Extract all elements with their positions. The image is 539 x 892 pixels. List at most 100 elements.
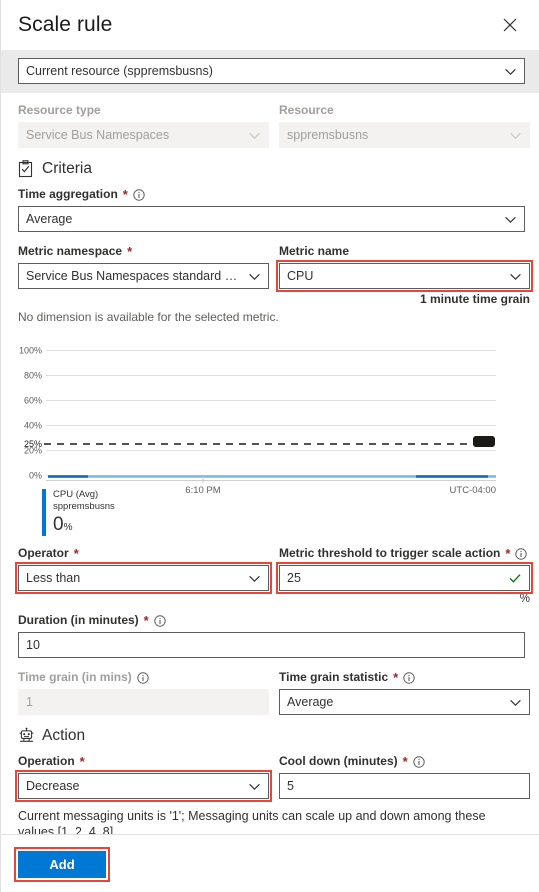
metric-namespace-value: Service Bus Namespaces standard me...: [26, 269, 242, 283]
chevron-down-icon: [249, 132, 260, 139]
resource-type-label-wrap: Resource type: [18, 103, 269, 118]
duration-field: Duration (in minutes) * 10: [18, 613, 525, 658]
page-title: Scale rule: [18, 13, 113, 36]
operation-label-wrap: Operation *: [18, 754, 269, 769]
required-marker: *: [122, 186, 128, 202]
y-tick-label: 100%: [19, 346, 42, 356]
y-tick-label: 40%: [24, 421, 42, 431]
metric-namespace-select[interactable]: Service Bus Namespaces standard me...: [18, 263, 269, 289]
metric-name-label: Metric name: [279, 244, 350, 258]
blade-header: Scale rule: [1, 0, 539, 50]
required-marker: *: [393, 669, 399, 685]
metric-threshold-field: Metric threshold to trigger scale action…: [276, 546, 533, 605]
cool-down-label: Cool down (minutes): [279, 754, 398, 768]
operator-value: Less than: [26, 571, 81, 585]
info-icon[interactable]: [413, 755, 425, 768]
time-grain-label-wrap: Time grain (in mins): [18, 670, 269, 685]
metric-chart-svg: 100% 80% 60% 40% 20% 0% 25%: [19, 346, 496, 483]
resource-type-value: Service Bus Namespaces: [26, 128, 170, 142]
time-grain-statistic-label-wrap: Time grain statistic *: [279, 670, 530, 685]
required-marker: *: [143, 612, 149, 628]
metric-threshold-input[interactable]: 25: [276, 562, 533, 594]
required-marker: *: [402, 753, 408, 769]
resource-label-wrap: Resource: [279, 103, 530, 118]
metric-threshold-value: 25: [287, 571, 301, 585]
current-resource-select[interactable]: Current resource (sppremsbusns): [18, 58, 525, 84]
resource-select: sppremsbusns: [279, 122, 530, 148]
duration-label-wrap: Duration (in minutes) *: [18, 613, 525, 628]
info-icon[interactable]: [133, 188, 145, 201]
duration-input[interactable]: 10: [18, 632, 525, 658]
time-grain-label: Time grain (in mins): [18, 670, 132, 684]
resource-type-select: Service Bus Namespaces: [18, 122, 269, 148]
metric-namespace-label: Metric namespace: [18, 244, 123, 258]
duration-value: 10: [26, 638, 40, 652]
y-tick-label: 80%: [24, 371, 42, 381]
operation-field: Operation * Decrease: [15, 754, 272, 802]
cool-down-input[interactable]: 5: [279, 773, 530, 799]
blade-footer: Add: [1, 834, 539, 892]
operation-select[interactable]: Decrease: [15, 770, 272, 802]
time-grain-field: Time grain (in mins) 1: [18, 670, 269, 715]
metric-threshold-label-wrap: Metric threshold to trigger scale action…: [279, 546, 530, 561]
operator-select[interactable]: Less than: [15, 562, 272, 594]
chart-gridlines: [46, 350, 496, 476]
info-icon[interactable]: [154, 614, 166, 627]
operator-label-wrap: Operator *: [18, 546, 269, 561]
required-marker: *: [505, 545, 511, 561]
metric-row: Metric namespace * Service Bus Namespace…: [18, 244, 533, 306]
time-grain-statistic-field: Time grain statistic * Average: [279, 670, 530, 715]
info-icon[interactable]: [137, 671, 149, 684]
chart-x-labels: 6:10 PM UTC-04:00: [185, 485, 496, 496]
cool-down-field: Cool down (minutes) * 5: [279, 754, 530, 799]
legend-series-resource: sppremsbusns: [53, 501, 115, 512]
metric-threshold-unit: %: [519, 593, 530, 605]
robot-icon: [19, 727, 34, 742]
resource-detail-row: Resource type Service Bus Namespaces Res…: [18, 103, 530, 148]
time-aggregation-select[interactable]: Average: [18, 206, 525, 232]
time-grain-row: Time grain (in mins) 1 Time grain statis…: [18, 670, 530, 715]
time-aggregation-label: Time aggregation: [18, 187, 118, 201]
threshold-handle: [473, 436, 495, 447]
chevron-down-icon: [505, 216, 516, 223]
close-glyph: [503, 18, 517, 32]
metric-name-label-wrap: Metric name: [279, 244, 530, 259]
metric-name-value: CPU: [287, 269, 314, 283]
chevron-down-icon: [249, 575, 260, 582]
chevron-down-icon: [510, 273, 521, 280]
chevron-down-icon: [505, 68, 516, 75]
x-tick-label: 6:10 PM: [185, 485, 220, 496]
legend-value-row: 0%: [53, 513, 115, 536]
y-tick-label: 0%: [29, 471, 42, 481]
required-marker: *: [79, 753, 85, 769]
resource-field: Resource sppremsbusns: [279, 103, 530, 148]
scale-rule-blade: Scale rule Current resource (sppremsbusn…: [0, 0, 539, 892]
add-button[interactable]: Add: [18, 851, 106, 878]
time-aggregation-value: Average: [26, 212, 73, 226]
threshold-label: 25%: [24, 439, 42, 449]
metric-name-field: Metric name CPU 1 minute time grain: [276, 244, 533, 306]
time-aggregation-label-wrap: Time aggregation *: [18, 187, 525, 202]
info-icon[interactable]: [515, 547, 528, 560]
metric-name-select[interactable]: CPU: [276, 260, 533, 292]
time-grain-value: 1: [26, 695, 33, 709]
operator-label: Operator: [18, 546, 69, 560]
metric-threshold-label: Metric threshold to trigger scale action: [279, 546, 501, 560]
timezone-label: UTC-04:00: [450, 485, 496, 496]
criteria-heading-label: Criteria: [42, 160, 92, 177]
criteria-section-heading: Criteria: [18, 160, 525, 178]
required-marker: *: [73, 545, 79, 561]
operation-label: Operation: [18, 754, 75, 768]
info-icon[interactable]: [403, 671, 415, 684]
cool-down-label-wrap: Cool down (minutes) *: [279, 754, 530, 769]
close-icon[interactable]: [495, 10, 525, 40]
operator-field: Operator * Less than: [15, 546, 272, 605]
time-grain-hint: 1 minute time grain: [419, 292, 530, 306]
blade-body: Resource type Service Bus Namespaces Res…: [1, 93, 539, 834]
time-grain-statistic-select[interactable]: Average: [279, 689, 530, 715]
operation-cooldown-row: Operation * Decrease Cool down (minutes)…: [15, 754, 530, 802]
operator-threshold-row: Operator * Less than Metric threshold to…: [15, 546, 533, 605]
chevron-down-icon: [249, 783, 260, 790]
time-aggregation-field: Time aggregation * Average: [18, 187, 525, 232]
legend-current-value: 0: [53, 514, 64, 535]
